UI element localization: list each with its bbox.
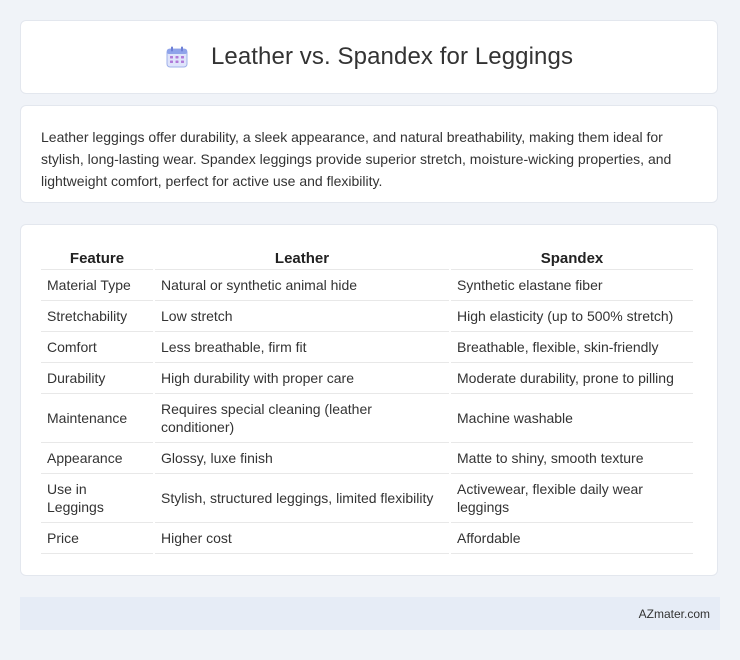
feature-cell: Material Type [41, 270, 153, 301]
table-row: Maintenance Requires special cleaning (l… [41, 394, 693, 443]
footer-site-link[interactable]: AZmater.com [639, 607, 710, 621]
table-row: Stretchability Low stretch High elastici… [41, 301, 693, 332]
table-row: Durability High durability with proper c… [41, 363, 693, 394]
spandex-cell: Synthetic elastane fiber [451, 270, 693, 301]
feature-cell: Comfort [41, 332, 153, 363]
spandex-cell: Breathable, flexible, skin-friendly [451, 332, 693, 363]
feature-cell: Durability [41, 363, 153, 394]
footer-bar: AZmater.com [20, 597, 720, 630]
title-card: Leather vs. Spandex for Leggings [20, 20, 718, 94]
table-header-row: Feature Leather Spandex [41, 245, 693, 270]
spandex-cell: High elasticity (up to 500% stretch) [451, 301, 693, 332]
spandex-cell: Machine washable [451, 394, 693, 443]
table-row: Material Type Natural or synthetic anima… [41, 270, 693, 301]
comparison-table-card: Feature Leather Spandex Material Type Na… [20, 224, 718, 576]
title-wrap: Leather vs. Spandex for Leggings [165, 43, 573, 71]
feature-cell: Maintenance [41, 394, 153, 443]
page-title: Leather vs. Spandex for Leggings [210, 43, 574, 70]
summary-card: Leather leggings offer durability, a sle… [20, 105, 718, 203]
spandex-cell: Matte to shiny, smooth texture [451, 443, 693, 474]
leather-cell: Requires special cleaning (leather condi… [155, 394, 449, 443]
header-leather: Leather [155, 245, 449, 270]
feature-cell: Use in Leggings [41, 474, 153, 523]
spandex-cell: Affordable [451, 523, 693, 554]
feature-cell: Price [41, 523, 153, 554]
feature-cell: Appearance [41, 443, 153, 474]
leather-cell: Higher cost [155, 523, 449, 554]
feature-cell: Stretchability [41, 301, 153, 332]
table-row: Price Higher cost Affordable [41, 523, 693, 554]
table-row: Appearance Glossy, luxe finish Matte to … [41, 443, 693, 474]
header-feature: Feature [41, 245, 153, 270]
leather-cell: Natural or synthetic animal hide [155, 270, 449, 301]
leather-cell: Less breathable, firm fit [155, 332, 449, 363]
spandex-cell: Moderate durability, prone to pilling [451, 363, 693, 394]
spandex-cell: Activewear, flexible daily wear leggings [451, 474, 693, 523]
leather-cell: High durability with proper care [155, 363, 449, 394]
table-row: Use in Leggings Stylish, structured legg… [41, 474, 693, 523]
header-spandex: Spandex [451, 245, 693, 270]
comparison-table: Feature Leather Spandex Material Type Na… [39, 245, 695, 554]
leather-cell: Glossy, luxe finish [155, 443, 449, 474]
leather-cell: Low stretch [155, 301, 449, 332]
table-row: Comfort Less breathable, firm fit Breath… [41, 332, 693, 363]
summary-text: Leather leggings offer durability, a sle… [41, 129, 672, 189]
leather-cell: Stylish, structured leggings, limited fl… [155, 474, 449, 523]
calendar-icon [165, 45, 189, 69]
